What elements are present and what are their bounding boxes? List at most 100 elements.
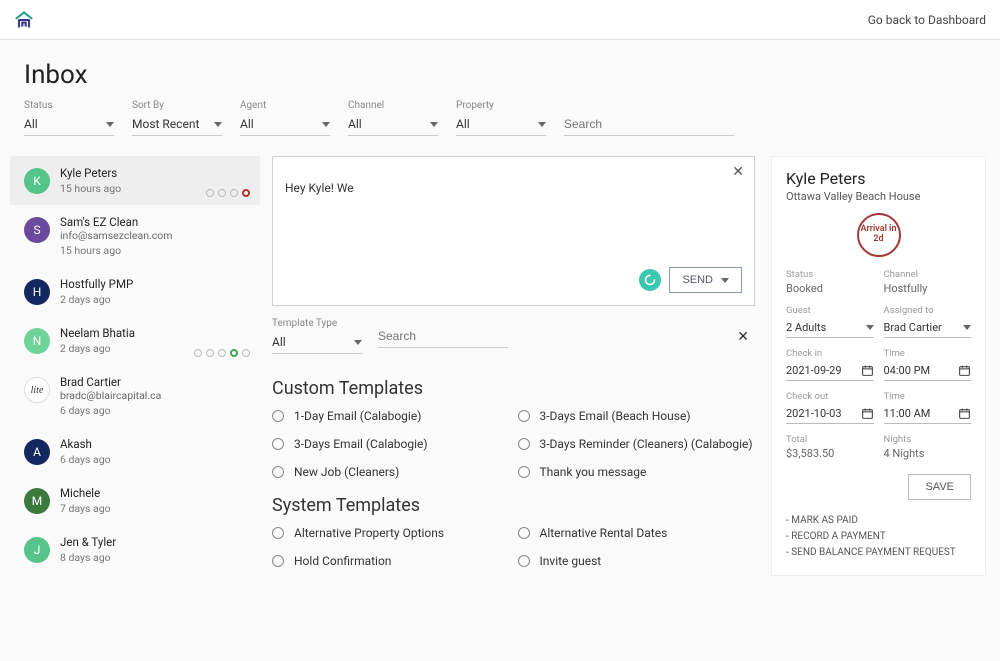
nights-label: Nights xyxy=(884,434,972,445)
checkout-input[interactable]: 2021-10-03 xyxy=(786,404,874,424)
template-item[interactable]: 1-Day Email (Calabogie) xyxy=(272,409,510,423)
save-button[interactable]: SAVE xyxy=(908,474,971,500)
compose-box: ✕ Hey Kyle! We SEND xyxy=(272,156,755,306)
thread-item[interactable]: A Akash6 days ago xyxy=(10,427,260,476)
radio-icon xyxy=(272,410,284,422)
template-item[interactable]: New Job (Cleaners) xyxy=(272,465,510,479)
status-dot xyxy=(218,189,226,197)
guest-label: Guest xyxy=(786,305,874,316)
arrival-badge: Arrival in 2d xyxy=(857,213,901,257)
thread-item[interactable]: JJen & Tyler8 days ago xyxy=(10,525,260,574)
template-item[interactable]: Hold Confirmation xyxy=(272,554,510,568)
status-dot xyxy=(242,189,250,197)
template-search-input[interactable] xyxy=(378,325,508,348)
filter-bar: Status All Sort By Most Recent Agent All… xyxy=(0,100,1000,156)
avatar: A xyxy=(24,439,50,465)
status-select[interactable]: All xyxy=(24,113,114,136)
checkout-time-input[interactable]: 11:00 AM xyxy=(884,404,972,424)
filter-label: Status xyxy=(24,100,114,111)
checkin-label: Check in xyxy=(786,348,874,359)
calendar-icon xyxy=(861,407,874,420)
template-type-filter: Template Type All xyxy=(272,318,362,354)
custom-templates-grid: 1-Day Email (Calabogie) 3-Days Email (Bea… xyxy=(272,409,755,479)
thread-body: Akash6 days ago xyxy=(60,437,250,466)
radio-icon xyxy=(518,527,530,539)
thread-item[interactable]: HHostfully PMP2 days ago xyxy=(10,267,260,316)
checkout-time-label: Time xyxy=(884,391,972,402)
calendar-icon xyxy=(958,364,971,377)
template-label: Alternative Rental Dates xyxy=(540,526,668,540)
compose-close-icon[interactable]: ✕ xyxy=(732,163,744,180)
filter-property: Property All xyxy=(456,100,546,136)
template-item[interactable]: Alternative Property Options xyxy=(272,526,510,540)
template-type-select[interactable]: All xyxy=(272,331,362,354)
side-action-link[interactable]: - MARK AS PAID xyxy=(786,515,971,526)
thread-item[interactable]: NNeelam Bhatia2 days ago xyxy=(10,316,260,365)
calendar-icon xyxy=(958,407,971,420)
status-dot xyxy=(206,189,214,197)
avatar: N xyxy=(24,328,50,354)
center-column: ✕ Hey Kyle! We SEND Template Type All ✕ … xyxy=(272,156,755,576)
radio-icon xyxy=(518,466,530,478)
logo[interactable] xyxy=(14,10,34,30)
thread-item[interactable]: liteBrad Cartierbradc@blaircapital.ca6 d… xyxy=(10,365,260,427)
filter-agent: Agent All xyxy=(240,100,330,136)
guest-select[interactable]: 2 Adults xyxy=(786,318,874,338)
thread-item[interactable]: MMichele7 days ago xyxy=(10,476,260,525)
back-to-dashboard-link[interactable]: Go back to Dashboard xyxy=(868,13,986,27)
template-label: Hold Confirmation xyxy=(294,554,391,568)
template-close-icon[interactable]: ✕ xyxy=(731,328,755,345)
template-item[interactable]: Invite guest xyxy=(518,554,756,568)
filter-label: Channel xyxy=(348,100,438,111)
radio-icon xyxy=(518,410,530,422)
thread-time: 6 days ago xyxy=(60,453,250,466)
template-item[interactable]: 3-Days Email (Beach House) xyxy=(518,409,756,423)
template-label: 1-Day Email (Calabogie) xyxy=(294,409,421,423)
template-item[interactable]: 3-Days Reminder (Cleaners) (Calabogie) xyxy=(518,437,756,451)
channel-value: Hostfully xyxy=(884,282,972,295)
status-dot xyxy=(194,349,202,357)
filter-search-input[interactable] xyxy=(564,113,734,136)
spinner-icon xyxy=(639,269,661,291)
template-filter-row: Template Type All ✕ xyxy=(272,318,755,354)
calendar-icon xyxy=(861,364,874,377)
thread-time: 15 hours ago xyxy=(60,244,250,257)
template-item[interactable]: Thank you message xyxy=(518,465,756,479)
system-templates-heading: System Templates xyxy=(272,495,755,516)
status-dot xyxy=(242,349,250,357)
send-button[interactable]: SEND xyxy=(669,267,742,293)
assigned-select[interactable]: Brad Cartier xyxy=(884,318,972,338)
checkin-input[interactable]: 2021-09-29 xyxy=(786,361,874,381)
template-item[interactable]: Alternative Rental Dates xyxy=(518,526,756,540)
template-label: 3-Days Reminder (Cleaners) (Calabogie) xyxy=(540,437,753,451)
channel-select[interactable]: All xyxy=(348,113,438,136)
property-select[interactable]: All xyxy=(456,113,546,136)
thread-title: Hostfully PMP xyxy=(60,277,250,291)
status-value: Booked xyxy=(786,282,874,295)
side-action-link[interactable]: - SEND BALANCE PAYMENT REQUEST xyxy=(786,547,971,558)
thread-time: 6 days ago xyxy=(60,404,250,417)
nights-value: 4 Nights xyxy=(884,447,972,460)
status-label: Status xyxy=(786,269,874,280)
thread-title: Brad Cartier xyxy=(60,375,250,389)
sortby-select[interactable]: Most Recent xyxy=(132,113,222,136)
thread-body: Sam's EZ Cleaninfo@samsezclean.com15 hou… xyxy=(60,215,250,257)
filter-channel: Channel All xyxy=(348,100,438,136)
avatar: J xyxy=(24,537,50,563)
template-item[interactable]: 3-Days Email (Calabogie) xyxy=(272,437,510,451)
avatar: K xyxy=(24,168,50,194)
filter-label: Agent xyxy=(240,100,330,111)
filter-sortby: Sort By Most Recent xyxy=(132,100,222,136)
template-label: New Job (Cleaners) xyxy=(294,465,399,479)
thread-item[interactable]: KKyle Peters15 hours ago xyxy=(10,156,260,205)
radio-icon xyxy=(272,466,284,478)
compose-text[interactable]: Hey Kyle! We xyxy=(285,181,742,195)
side-action-link[interactable]: - RECORD A PAYMENT xyxy=(786,531,971,542)
template-label: Invite guest xyxy=(540,554,602,568)
thread-title: Sam's EZ Clean xyxy=(60,215,250,229)
thread-item[interactable]: SSam's EZ Cleaninfo@samsezclean.com15 ho… xyxy=(10,205,260,267)
checkin-time-input[interactable]: 04:00 PM xyxy=(884,361,972,381)
reservation-panel: Kyle Peters Ottawa Valley Beach House Ar… xyxy=(771,156,986,576)
agent-select[interactable]: All xyxy=(240,113,330,136)
avatar: lite xyxy=(24,377,50,403)
